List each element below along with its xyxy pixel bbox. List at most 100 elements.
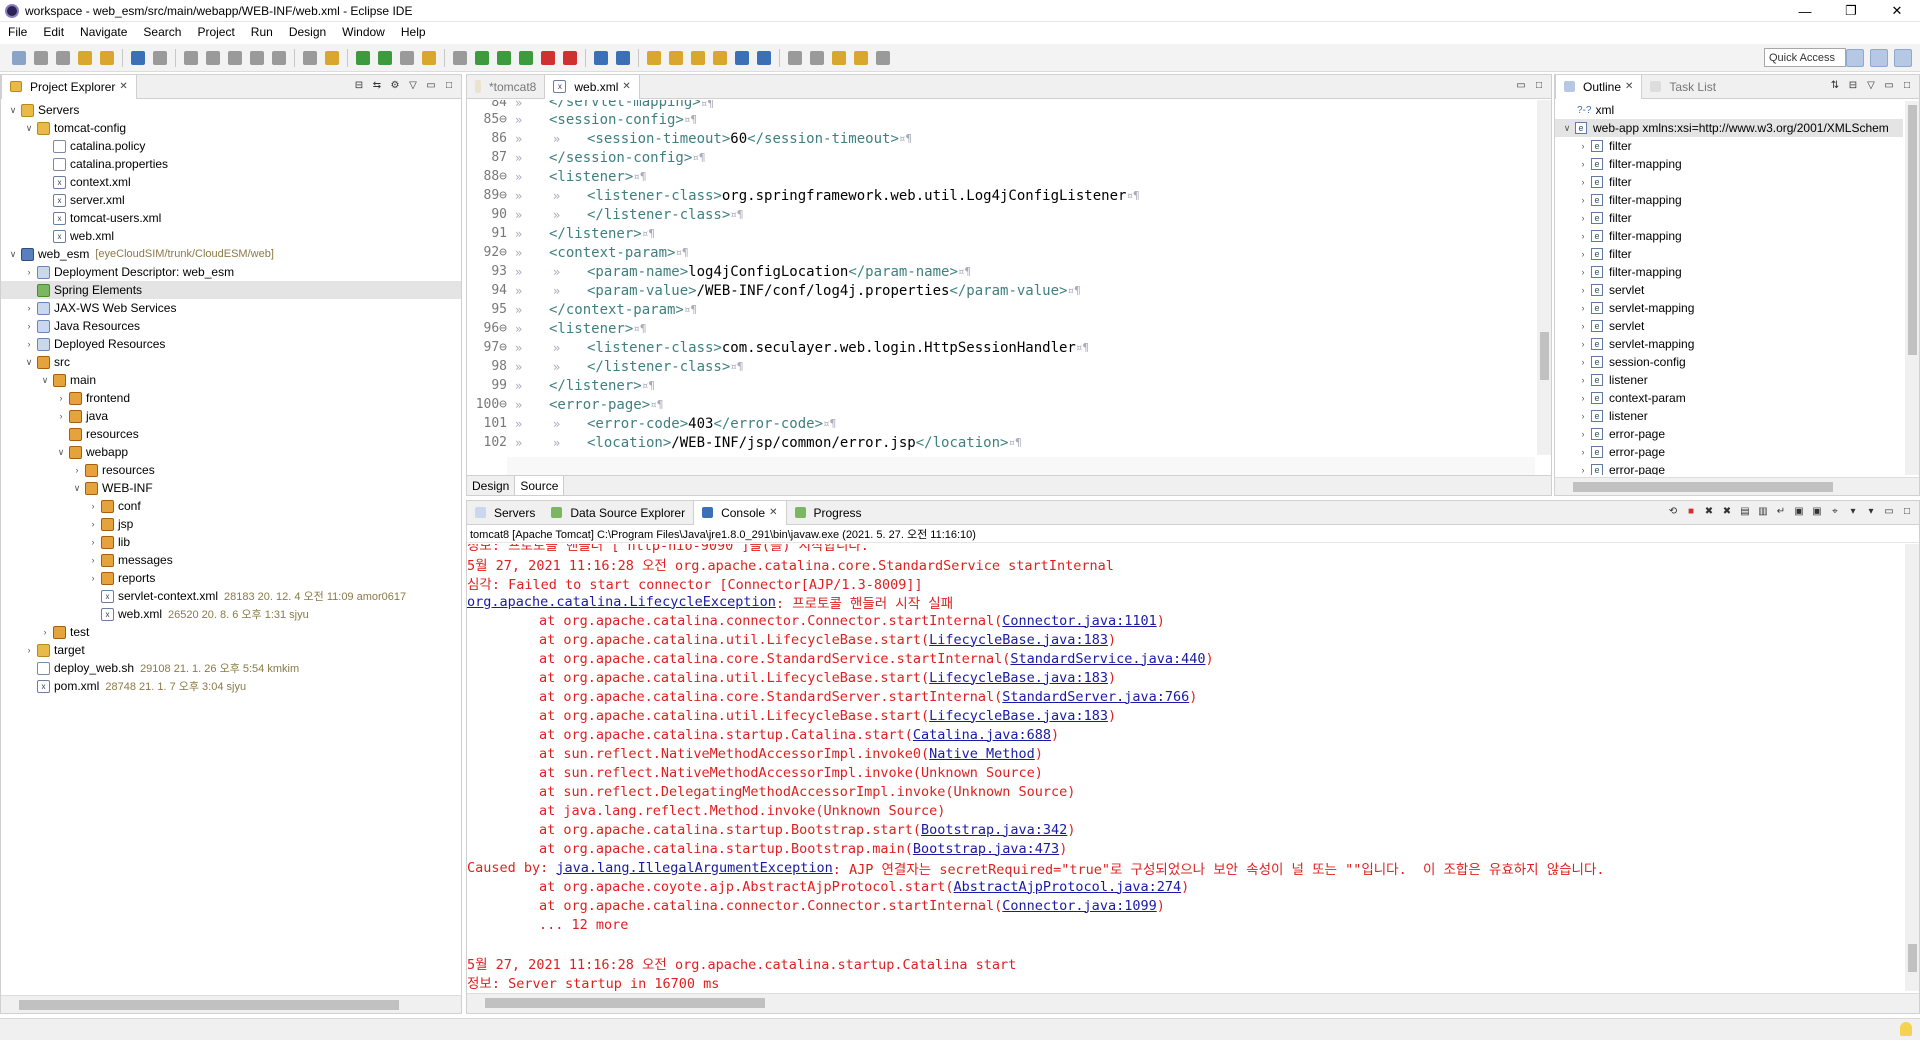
expand-toggle-icon[interactable]: › bbox=[1577, 249, 1589, 259]
tree-item[interactable]: ∨ main bbox=[1, 371, 461, 389]
tree-item[interactable]: › reports bbox=[1, 569, 461, 587]
expand-toggle-icon[interactable]: › bbox=[1577, 429, 1589, 439]
menu-run[interactable]: Run bbox=[243, 25, 281, 39]
outline-item[interactable]: › e listener bbox=[1555, 407, 1903, 425]
outline-item[interactable]: › e error-page bbox=[1555, 443, 1903, 461]
outline-item[interactable]: › e servlet-mapping bbox=[1555, 299, 1903, 317]
stack-trace-link[interactable]: Catalina.java:688 bbox=[913, 727, 1051, 743]
expand-toggle-icon[interactable]: ∨ bbox=[71, 483, 83, 494]
menu-edit[interactable]: Edit bbox=[35, 25, 72, 39]
expand-toggle-icon[interactable]: › bbox=[1577, 195, 1589, 205]
tree-item[interactable]: › Deployed Resources bbox=[1, 335, 461, 353]
tree-item[interactable]: x web.xml 26520 20. 8. 6 오후 1:31 sjyu bbox=[1, 605, 461, 623]
expand-toggle-icon[interactable]: › bbox=[1577, 321, 1589, 331]
tree-item[interactable]: › java bbox=[1, 407, 461, 425]
expand-toggle-icon[interactable]: › bbox=[23, 339, 35, 349]
tree-item[interactable]: › JAX-WS Web Services bbox=[1, 299, 461, 317]
open-task-icon[interactable] bbox=[669, 50, 683, 65]
build-tools-icon[interactable] bbox=[422, 50, 436, 65]
expand-toggle-icon[interactable]: › bbox=[1577, 411, 1589, 421]
expand-toggle-icon[interactable]: › bbox=[1577, 213, 1589, 223]
java-perspective-icon[interactable] bbox=[1894, 49, 1912, 67]
new-icon[interactable] bbox=[12, 50, 26, 65]
annotation-icon[interactable] bbox=[757, 50, 771, 65]
tip-lightbulb-icon[interactable] bbox=[1900, 1022, 1912, 1036]
forward-icon[interactable] bbox=[876, 50, 890, 65]
maximize-view-icon[interactable]: □ bbox=[1901, 80, 1913, 92]
tab-source[interactable]: Source bbox=[515, 476, 565, 495]
clean-icon[interactable] bbox=[100, 50, 114, 65]
tree-item[interactable]: › Java Resources bbox=[1, 317, 461, 335]
prev-annotation-icon[interactable] bbox=[810, 50, 824, 65]
refresh-icon[interactable] bbox=[378, 50, 392, 65]
clear-console-icon[interactable]: ▤ bbox=[1739, 506, 1751, 518]
tree-item[interactable]: ∨ webapp bbox=[1, 443, 461, 461]
editor-horizontal-scrollbar[interactable] bbox=[507, 457, 1535, 475]
last-edit-icon[interactable] bbox=[832, 50, 846, 65]
stack-trace-link[interactable]: LifecycleBase.java:183 bbox=[929, 632, 1108, 648]
expand-toggle-icon[interactable]: › bbox=[87, 519, 99, 529]
outline-item[interactable]: › e context-param bbox=[1555, 389, 1903, 407]
tree-item[interactable]: deploy_web.sh 29108 21. 1. 26 오후 5:54 kmk… bbox=[1, 659, 461, 677]
sort-icon[interactable]: ⇅ bbox=[1829, 80, 1841, 92]
search-icon[interactable] bbox=[691, 50, 705, 65]
outline-item[interactable]: › e filter bbox=[1555, 173, 1903, 191]
collapse-all-icon[interactable]: ⊟ bbox=[1847, 80, 1859, 92]
globe-icon[interactable] bbox=[735, 50, 749, 65]
open-perspective-icon[interactable] bbox=[1846, 49, 1864, 67]
expand-toggle-icon[interactable]: › bbox=[71, 465, 83, 475]
tree-item[interactable]: › resources bbox=[1, 461, 461, 479]
external-tools-icon[interactable] bbox=[563, 50, 577, 65]
drop-to-frame-icon[interactable] bbox=[325, 50, 339, 65]
tab-servers[interactable]: Servers bbox=[467, 501, 543, 525]
close-icon[interactable]: ✕ bbox=[769, 507, 777, 518]
expand-toggle-icon[interactable]: › bbox=[23, 321, 35, 331]
minimize-view-icon[interactable]: ▭ bbox=[1883, 80, 1895, 92]
show-on-error-icon[interactable]: ▣ bbox=[1811, 506, 1823, 518]
expand-toggle-icon[interactable]: › bbox=[1577, 141, 1589, 151]
pin-console-icon[interactable]: ⌖ bbox=[1829, 506, 1841, 518]
menu-help[interactable]: Help bbox=[393, 25, 434, 39]
back-icon[interactable] bbox=[854, 50, 868, 65]
stack-trace-link[interactable]: org.apache.catalina.LifecycleException bbox=[467, 594, 776, 610]
menu-design[interactable]: Design bbox=[281, 25, 334, 39]
expand-toggle-icon[interactable]: › bbox=[1577, 285, 1589, 295]
open-console-icon[interactable]: ▾ bbox=[1865, 506, 1877, 518]
pin-icon[interactable]: ⟲ bbox=[1667, 506, 1679, 518]
minimize-view-icon[interactable]: ▭ bbox=[1883, 506, 1895, 518]
debug-icon[interactable] bbox=[497, 50, 511, 65]
outline-item[interactable]: › e error-page bbox=[1555, 461, 1903, 475]
stack-trace-link[interactable]: Connector.java:1101 bbox=[1002, 613, 1156, 629]
expand-toggle-icon[interactable]: › bbox=[87, 501, 99, 511]
stack-trace-link[interactable]: Native Method bbox=[929, 746, 1035, 762]
new-class-icon[interactable] bbox=[616, 50, 630, 65]
tab-data-source-explorer[interactable]: Data Source Explorer bbox=[543, 501, 693, 525]
tree-item[interactable]: catalina.properties bbox=[1, 155, 461, 173]
tab-progress[interactable]: Progress bbox=[787, 501, 870, 525]
tree-item[interactable]: ∨ src bbox=[1, 353, 461, 371]
expand-toggle-icon[interactable]: › bbox=[1577, 339, 1589, 349]
tree-item[interactable]: › conf bbox=[1, 497, 461, 515]
stack-trace-link[interactable]: java.lang.IllegalArgumentException bbox=[556, 860, 832, 876]
tree-item[interactable]: x tomcat-users.xml bbox=[1, 209, 461, 227]
open-folder-icon[interactable] bbox=[713, 50, 727, 65]
remove-launch-icon[interactable]: ✖ bbox=[1703, 506, 1715, 518]
tree-item[interactable]: catalina.policy bbox=[1, 137, 461, 155]
terminate-icon[interactable]: ■ bbox=[1685, 506, 1697, 518]
close-icon[interactable]: ✕ bbox=[622, 81, 630, 92]
outline-vertical-scrollbar[interactable] bbox=[1905, 101, 1919, 475]
view-menu-icon[interactable]: ▽ bbox=[1865, 80, 1877, 92]
expand-toggle-icon[interactable]: ∨ bbox=[23, 357, 35, 368]
menu-search[interactable]: Search bbox=[135, 25, 189, 39]
xml-source-editor[interactable]: 84» </servlet-mapping> ¤¶ 85⊖» <session-conf… bbox=[467, 100, 1551, 455]
stack-trace-link[interactable]: LifecycleBase.java:183 bbox=[929, 670, 1108, 686]
expand-toggle-icon[interactable]: › bbox=[87, 537, 99, 547]
expand-toggle-icon[interactable]: › bbox=[23, 645, 35, 655]
disconnect-icon[interactable] bbox=[250, 50, 264, 65]
outline-item[interactable]: › e servlet bbox=[1555, 317, 1903, 335]
open-type-icon[interactable] bbox=[647, 50, 661, 65]
stack-trace-link[interactable]: StandardService.java:440 bbox=[1010, 651, 1205, 667]
outline-item[interactable]: › e filter-mapping bbox=[1555, 263, 1903, 281]
tree-item[interactable]: ∨ web_esm [eyeCloudSIM/trunk/CloudESM/web] bbox=[1, 245, 461, 263]
tab-tomcat8[interactable]: *tomcat8 bbox=[467, 75, 544, 99]
